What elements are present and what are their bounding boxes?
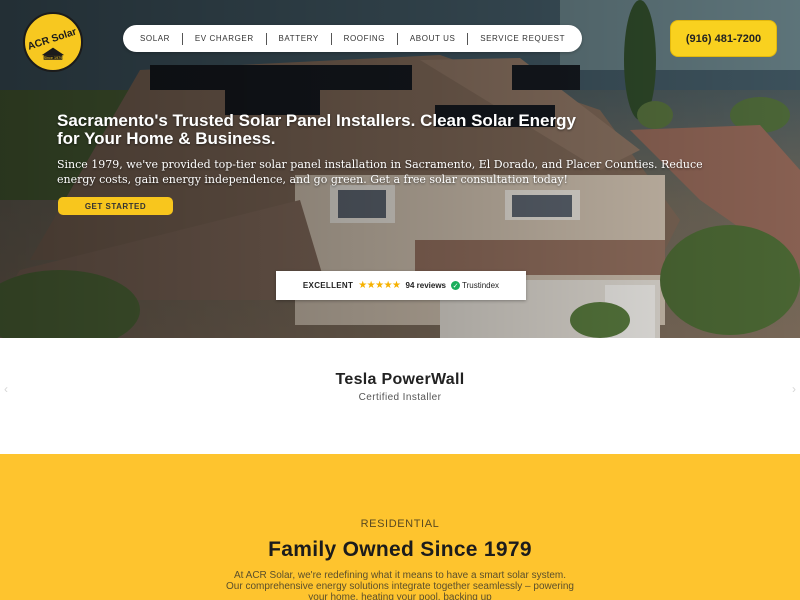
residential-section: RESIDENTIAL Family Owned Since 1979 At A… xyxy=(0,454,800,600)
acr-solar-logo[interactable]: ACR Solar Since 1979 xyxy=(23,12,83,72)
section-eyebrow: RESIDENTIAL xyxy=(360,518,440,530)
nav-item-solar[interactable]: SOLAR xyxy=(134,34,176,43)
check-icon: ✓ xyxy=(451,281,460,290)
trustindex-brand: ✓ Trustindex xyxy=(451,281,499,290)
nav-item-battery[interactable]: BATTERY xyxy=(272,34,324,43)
nav-item-about-us[interactable]: ABOUT US xyxy=(404,34,462,43)
nav-divider xyxy=(397,32,398,45)
phone-button[interactable]: (916) 481-7200 xyxy=(670,20,777,57)
partner-subtitle: Certified Installer xyxy=(358,392,442,403)
nav-item-service-request[interactable]: SERVICE REQUEST xyxy=(474,34,571,43)
main-nav: SOLAR EV CHARGER BATTERY ROOFING ABOUT U… xyxy=(123,25,582,52)
review-badge[interactable]: EXCELLENT ★★★★★ 94 reviews ✓ Trustindex xyxy=(276,271,526,300)
section-body: At ACR Solar, we're redefining what it m… xyxy=(226,570,574,600)
trustindex-label: Trustindex xyxy=(462,281,500,290)
hero-section: ACR Solar Since 1979 SOLAR EV CHARGER BA… xyxy=(0,0,800,338)
review-count: 94 reviews xyxy=(405,281,446,290)
nav-item-ev-charger[interactable]: EV CHARGER xyxy=(189,34,260,43)
partner-carousel: ‹ Tesla PowerWall Certified Installer › xyxy=(0,338,800,454)
nav-divider xyxy=(467,32,469,45)
rating-label: EXCELLENT xyxy=(302,281,354,290)
hero-title: Sacramento's Trusted Solar Panel Install… xyxy=(57,111,576,148)
nav-divider xyxy=(265,32,267,45)
hero-description: Since 1979, we've provided top-tier sola… xyxy=(57,158,703,186)
chevron-right-icon[interactable]: › xyxy=(792,382,796,396)
get-started-button[interactable]: GET STARTED xyxy=(58,197,173,215)
star-rating-icon: ★★★★★ xyxy=(358,280,401,291)
section-heading: Family Owned Since 1979 xyxy=(268,538,532,561)
nav-divider xyxy=(330,32,332,45)
svg-text:Since 1979: Since 1979 xyxy=(44,56,63,60)
sun-house-logo-icon: ACR Solar Since 1979 xyxy=(26,16,79,68)
partner-title: Tesla PowerWall xyxy=(335,371,465,388)
nav-divider xyxy=(181,32,183,45)
nav-item-roofing[interactable]: ROOFING xyxy=(338,34,392,43)
